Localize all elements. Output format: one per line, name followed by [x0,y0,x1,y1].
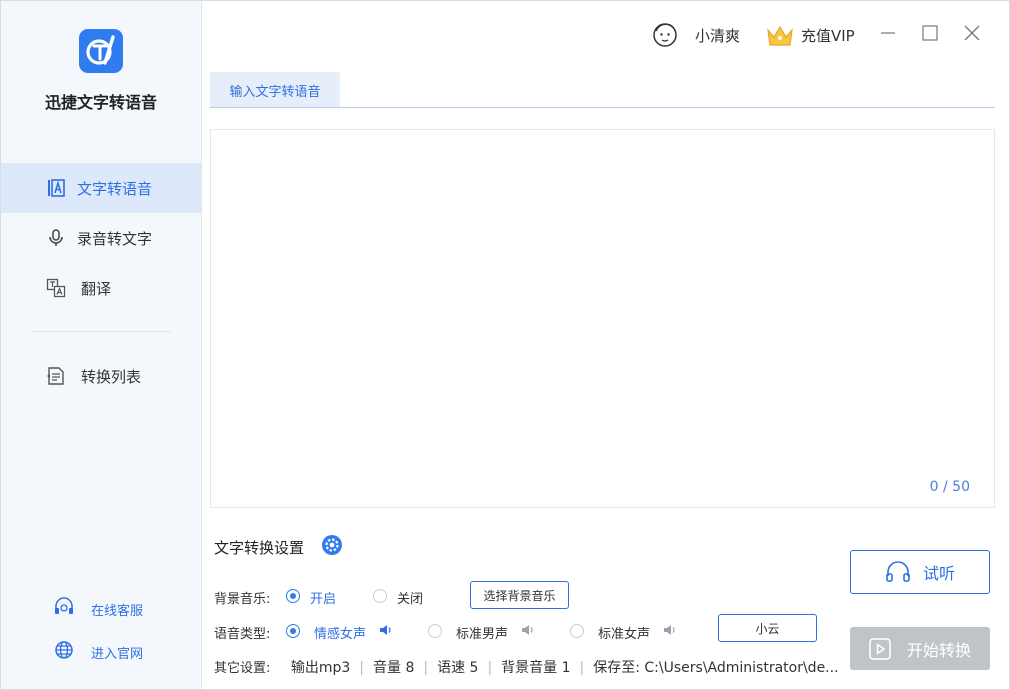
nav-item-speech-to-text[interactable]: 录音转文字 [1,213,201,263]
other-settings-row[interactable]: 其它设置: 输出mp3 | 音量 8 | 语速 5 | 背景音量 1 | 保存至: C:\Use… [214,657,839,677]
divider: | [487,660,493,676]
minimize-icon[interactable] [878,23,898,43]
headset-icon [53,597,75,621]
nav-divider [33,331,171,332]
save-path[interactable]: 保存至: C:\Users\Administrator\de... [593,660,838,676]
speaker-icon[interactable] [379,623,393,640]
recharge-vip-button[interactable]: 充值VIP [801,25,855,46]
nav-item-conversion-list[interactable]: 转换列表 [1,351,201,401]
divider: | [579,660,585,676]
microphone-icon [45,227,67,249]
divider: | [359,660,364,676]
nav-item-label: 转换列表 [81,367,142,386]
play-icon [869,637,891,660]
online-service-label: 在线客服 [91,603,144,619]
start-conversion-button[interactable]: 开始转换 [850,627,990,670]
bg-music-off-label[interactable]: 关闭 [397,588,423,607]
voice-standard-male-label[interactable]: 标准男声 [456,623,508,642]
sidebar: 迅捷文字转语音 文字转语音 录音转文字 翻译 转换列表 在线客服 进入官网 [1,1,202,689]
volume-value[interactable]: 音量 8 [373,660,414,676]
app-name: 迅捷文字转语音 [44,93,157,112]
nav-item-text-to-speech[interactable]: 文字转语音 [1,163,201,213]
listen-label: 试听 [922,564,955,583]
character-counter: 0 / 50 [929,479,970,495]
nav-item-label: 翻译 [81,279,112,298]
speaker-icon[interactable] [521,623,535,640]
voice-type-label: 语音类型: [214,627,271,642]
website-label: 进入官网 [91,646,144,662]
speed-value[interactable]: 语速 5 [437,660,478,676]
bg-music-on-label[interactable]: 开启 [310,588,336,607]
tab-underline [210,107,995,108]
speaker-icon[interactable] [663,623,677,640]
translate-icon [45,277,67,299]
username[interactable]: 小清爽 [695,25,740,46]
output-format[interactable]: 输出mp3 [291,660,350,676]
nav-item-label: 文字转语音 [77,179,153,198]
voice-select-button[interactable]: 小云 [718,614,817,642]
start-label: 开始转换 [906,640,971,660]
globe-icon [53,640,75,664]
online-service-link[interactable]: 在线客服 [53,597,144,621]
bg-music-off-radio[interactable] [373,589,387,603]
close-icon[interactable] [962,23,982,43]
tab-input-text-to-speech[interactable]: 输入文字转语音 [210,72,340,108]
website-link[interactable]: 进入官网 [53,641,143,663]
bg-volume-value[interactable]: 背景音量 1 [501,660,570,676]
divider: | [423,660,429,676]
voice-emotional-female-label[interactable]: 情感女声 [314,623,366,642]
headphones-icon [885,560,911,584]
user-avatar-icon[interactable] [651,20,679,48]
app-logo [79,29,123,73]
bg-music-label: 背景音乐: [214,592,271,607]
app-window: 迅捷文字转语音 文字转语音 录音转文字 翻译 转换列表 在线客服 进入官网 小清… [0,0,1010,690]
voice-standard-female-radio[interactable] [570,624,584,638]
choose-bg-music-button[interactable]: 选择背景音乐 [470,581,569,609]
listen-button[interactable]: 试听 [850,550,990,594]
text-input-area[interactable]: 0 / 50 [210,129,995,508]
voice-emotional-female-radio[interactable] [286,624,300,638]
nav-item-translate[interactable]: 翻译 [1,263,201,313]
gear-icon[interactable] [321,534,343,556]
crown-icon[interactable] [765,23,795,53]
settings-title: 文字转换设置 [214,539,305,557]
other-settings-label: 其它设置: [214,661,271,676]
maximize-icon[interactable] [920,23,940,43]
text-to-speech-icon [45,177,67,199]
bg-music-on-radio[interactable] [286,589,300,603]
voice-standard-female-label[interactable]: 标准女声 [598,623,650,642]
list-doc-icon [45,365,67,387]
nav-item-label: 录音转文字 [77,229,153,248]
voice-standard-male-radio[interactable] [428,624,442,638]
